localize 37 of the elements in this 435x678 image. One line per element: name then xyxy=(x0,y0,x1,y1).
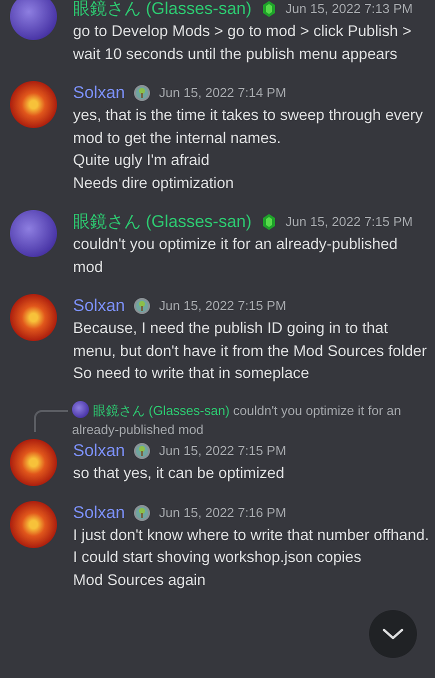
username[interactable]: Solxan xyxy=(73,294,125,318)
message-text: So need to write that in someplace xyxy=(73,364,310,384)
avatar[interactable] xyxy=(10,0,57,40)
timestamp: Jun 15, 2022 7:15 PM xyxy=(286,213,413,232)
username[interactable]: Solxan xyxy=(73,438,125,462)
tree-gear-icon xyxy=(132,504,151,522)
timestamp: Jun 15, 2022 7:13 PM xyxy=(286,0,413,18)
username[interactable]: Solxan xyxy=(73,500,125,524)
message-text: Because, I need the publish ID going in to that menu, but don't have it from the Mod Sources folder xyxy=(73,319,428,362)
tree-gear-icon xyxy=(132,442,151,460)
reply-connector xyxy=(34,410,68,432)
message-text: go to Develop Mods > go to mod > click Publish > wait 10 seconds until the publish menu appears xyxy=(73,22,412,64)
tree-gear-icon xyxy=(132,84,151,102)
timestamp: Jun 15, 2022 7:15 PM xyxy=(158,297,286,316)
avatar[interactable] xyxy=(10,438,57,486)
message-text: couldn't you optimize it for an already-published mod xyxy=(73,235,399,278)
username[interactable]: 眼鏡さん (Glasses-san) xyxy=(73,0,252,21)
message-text: I just don't know where to write that number offhand. xyxy=(73,526,429,546)
username[interactable]: Solxan xyxy=(73,81,125,105)
message-text: I could start shoving workshop.json copies xyxy=(73,548,362,568)
avatar[interactable] xyxy=(10,81,57,128)
avatar[interactable] xyxy=(10,210,57,257)
username[interactable]: 眼鏡さん (Glasses-san) xyxy=(73,210,252,234)
reply-preview[interactable]: 眼鏡さん (Glasses-san) couldn't you optimize it for an already-published mod xyxy=(72,400,429,438)
avatar[interactable] xyxy=(10,294,57,341)
chevron-down-icon xyxy=(382,628,404,640)
timestamp: Jun 15, 2022 7:15 PM xyxy=(158,442,286,460)
message-text: yes, that is the time it takes to sweep through every mod to get the internal names. xyxy=(73,106,424,148)
message-text: Mod Sources again xyxy=(73,570,206,590)
avatar[interactable] xyxy=(10,500,57,548)
timestamp: Jun 15, 2022 7:16 PM xyxy=(158,504,286,522)
message-text: so that yes, it can be optimized xyxy=(73,464,284,484)
scroll-down-button[interactable] xyxy=(369,610,417,658)
tree-gear-icon xyxy=(132,297,151,315)
message-text: Needs dire optimization xyxy=(73,174,234,194)
timestamp: Jun 15, 2022 7:14 PM xyxy=(158,84,286,102)
message-text: Quite ugly I'm afraid xyxy=(73,151,210,171)
